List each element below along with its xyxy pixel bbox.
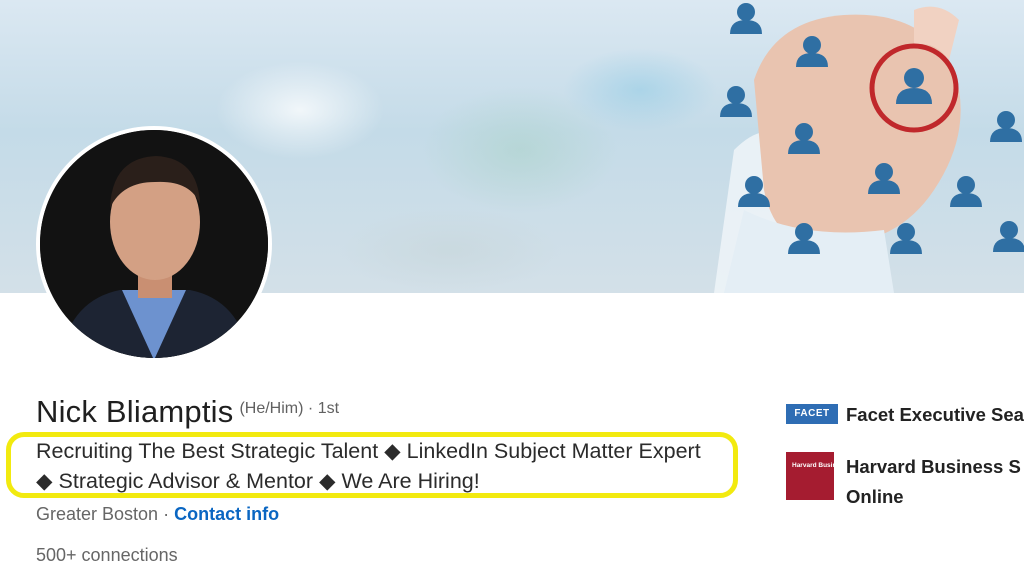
experience-company-name: Facet Executive Sea xyxy=(846,404,1024,425)
connection-degree: 1st xyxy=(317,400,340,417)
headline-highlight-box xyxy=(6,432,738,498)
profile-photo[interactable] xyxy=(36,126,272,362)
name-row: Nick Bliamptis (He/Him) · 1st xyxy=(36,394,339,430)
degree-separator: · xyxy=(307,400,314,417)
education-school-name-line2: Online xyxy=(846,486,904,507)
pronouns: (He/Him) xyxy=(239,400,304,417)
contact-info-link[interactable]: Contact info xyxy=(174,504,279,524)
facet-logo: FACET xyxy=(786,404,838,424)
education-school-name: Harvard Business S Online xyxy=(846,452,1021,512)
profile-name: Nick Bliamptis xyxy=(36,394,234,429)
education-school-name-line1: Harvard Business S xyxy=(846,456,1021,477)
location-separator: · xyxy=(163,504,170,524)
location: Greater Boston xyxy=(36,504,159,524)
connections-count[interactable]: 500+ connections xyxy=(36,545,178,566)
profile-photo-image xyxy=(40,130,268,358)
location-row: Greater Boston · Contact info xyxy=(36,504,279,525)
harvard-business-school-logo: Harvard Business School Online xyxy=(786,452,893,500)
recruiting-network-illustration xyxy=(714,3,1024,293)
